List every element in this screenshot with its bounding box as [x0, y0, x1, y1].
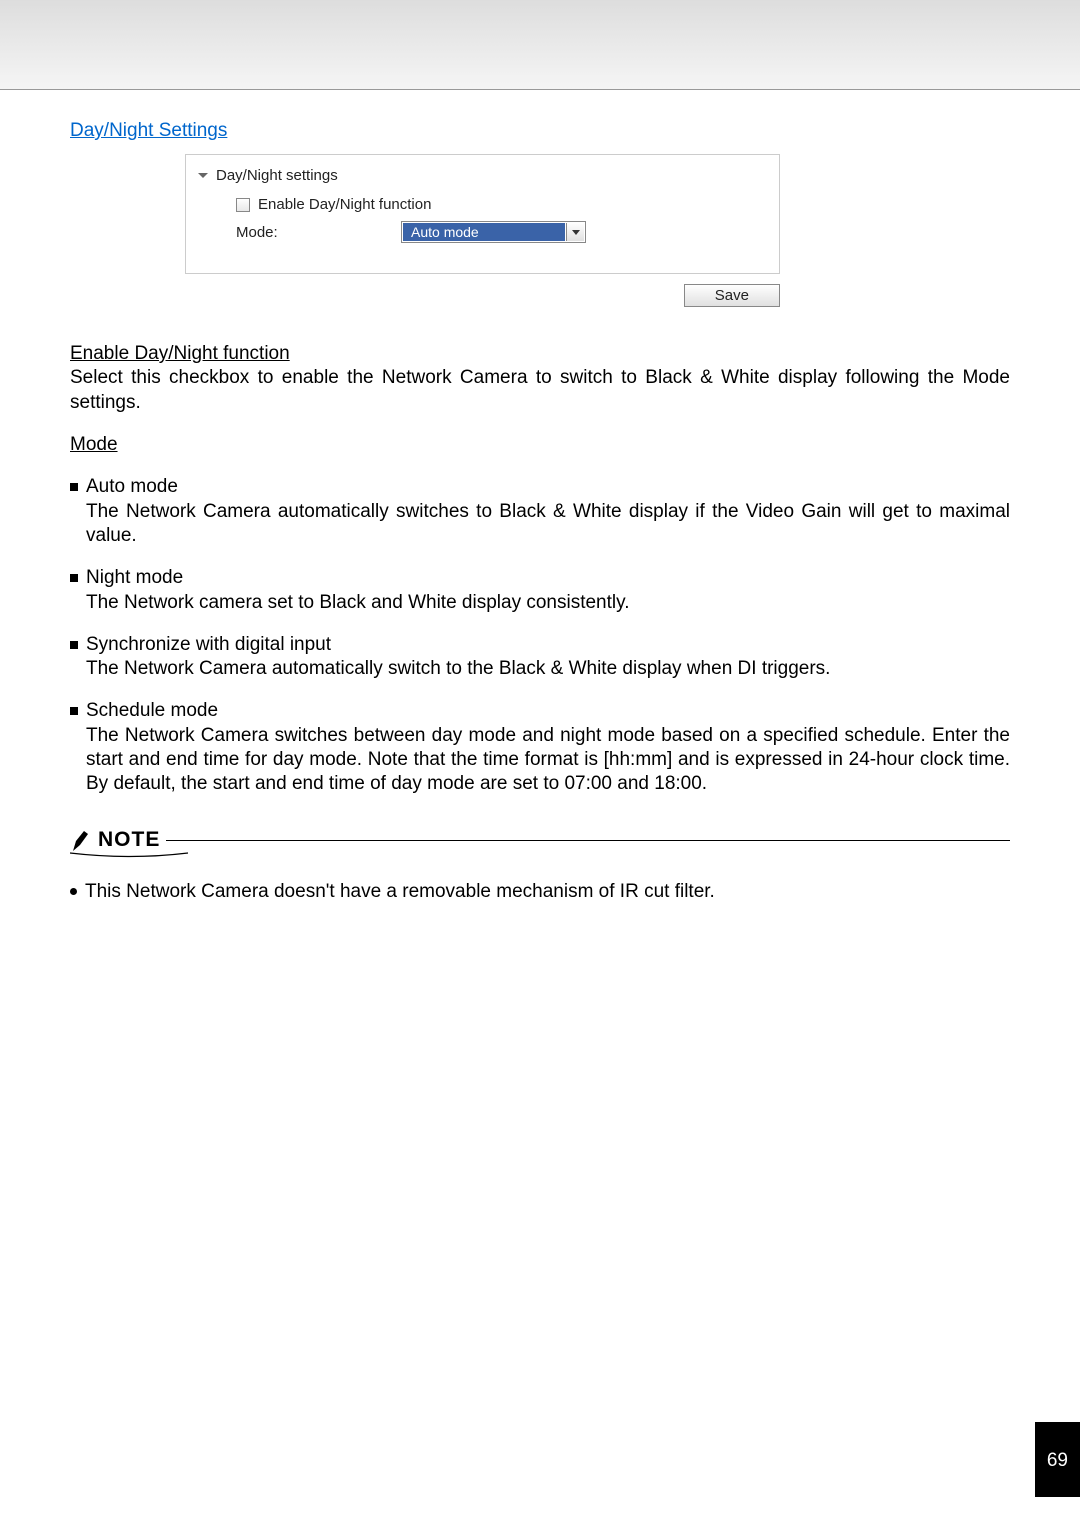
dropdown-arrow-icon	[566, 223, 584, 241]
mode-content: Night mode	[86, 566, 1010, 590]
enable-row: Enable Day/Night function	[236, 196, 767, 213]
mode-desc: The Network Camera switches between day …	[86, 724, 1010, 797]
mode-content: Schedule mode	[86, 699, 1010, 723]
square-bullet-icon	[70, 574, 78, 582]
square-bullet-icon	[70, 707, 78, 715]
note-underline	[70, 850, 1010, 860]
mode-label: Mode:	[236, 224, 401, 241]
mode-item: Night mode	[70, 566, 1010, 590]
mode-item: Auto mode	[70, 475, 1010, 499]
chevron-down-icon	[198, 173, 208, 178]
enable-desc: Select this checkbox to enable the Netwo…	[70, 366, 1010, 415]
mode-content: Auto mode	[86, 475, 1010, 499]
body-text: Enable Day/Night function Select this ch…	[70, 342, 1010, 904]
mode-content: Synchronize with digital input	[86, 633, 1010, 657]
mode-title: Schedule mode	[86, 699, 1010, 723]
mode-desc: The Network Camera automatically switch …	[86, 657, 1010, 681]
note-divider	[166, 840, 1010, 841]
mode-heading: Mode	[70, 433, 1010, 457]
note-block: NOTE This Network Camera doesn't have a …	[70, 827, 1010, 904]
mode-dropdown[interactable]: Auto mode	[401, 221, 586, 243]
enable-checkbox[interactable]	[236, 198, 250, 212]
save-row: Save	[185, 284, 780, 307]
bullet-dot-icon	[70, 888, 77, 895]
page-content: Day/Night Settings Day/Night settings En…	[0, 90, 1080, 924]
note-bullet: This Network Camera doesn't have a remov…	[70, 880, 1010, 904]
mode-desc: The Network Camera automatically switche…	[86, 500, 1010, 549]
square-bullet-icon	[70, 641, 78, 649]
mode-item: Schedule mode	[70, 699, 1010, 723]
header-gradient	[0, 0, 1080, 90]
mode-selected: Auto mode	[403, 223, 565, 241]
mode-title: Night mode	[86, 566, 1010, 590]
section-title: Day/Night Settings	[70, 120, 1010, 142]
mode-desc: The Network camera set to Black and Whit…	[86, 591, 1010, 615]
panel-header-text: Day/Night settings	[216, 167, 338, 184]
enable-label: Enable Day/Night function	[258, 196, 431, 213]
panel-header[interactable]: Day/Night settings	[198, 167, 767, 184]
mode-item: Synchronize with digital input	[70, 633, 1010, 657]
mode-row: Mode: Auto mode	[236, 221, 767, 243]
page-number: 69	[1035, 1422, 1080, 1497]
mode-title: Auto mode	[86, 475, 1010, 499]
enable-heading: Enable Day/Night function	[70, 342, 1010, 366]
settings-panel: Day/Night settings Enable Day/Night func…	[185, 154, 780, 274]
mode-title: Synchronize with digital input	[86, 633, 1010, 657]
note-text: This Network Camera doesn't have a remov…	[85, 880, 715, 904]
save-button[interactable]: Save	[684, 284, 780, 307]
square-bullet-icon	[70, 483, 78, 491]
